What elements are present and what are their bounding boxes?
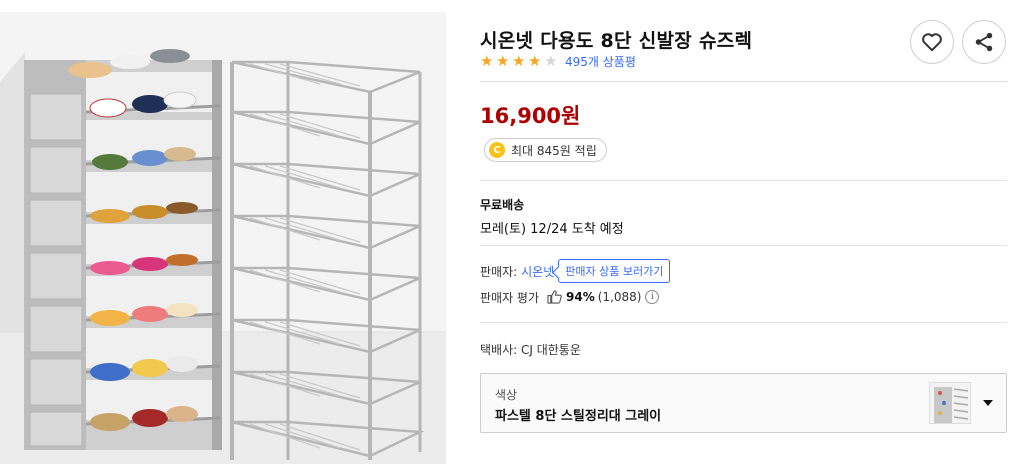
divider xyxy=(480,322,1007,323)
rating-stars: ★ ★ ★ ★ ★ xyxy=(480,53,560,69)
seller-row: 판매자: 시온넷 판매자 상품 보러가기 xyxy=(480,258,671,284)
product-title: 시온넷 다용도 8단 신발장 슈즈렉 xyxy=(480,30,753,52)
share-icon xyxy=(975,32,993,52)
seller-eval-percent: 94% xyxy=(566,290,595,304)
seller-eval-count: (1,088) xyxy=(597,290,642,304)
product-main-image[interactable] xyxy=(0,12,446,464)
courier-info: 택배사: CJ 대한통운 xyxy=(480,343,581,357)
shoe-rack-illustration xyxy=(0,12,446,464)
seller-name-link[interactable]: 시온넷 xyxy=(521,263,554,280)
coin-icon: C xyxy=(489,142,505,158)
covered-rack xyxy=(24,49,222,450)
star-icon: ★ xyxy=(496,52,510,70)
star-icon: ★ xyxy=(544,52,558,70)
info-icon[interactable]: i xyxy=(645,290,660,304)
seller-eval-label: 판매자 평가 xyxy=(480,290,540,305)
option-value: 파스텔 8단 스틸정리대 그레이 xyxy=(495,409,662,424)
caret-down-icon xyxy=(983,400,993,406)
star-icon: ★ xyxy=(480,52,494,70)
heart-icon xyxy=(922,33,942,52)
review-count-link[interactable]: 495개 상품평 xyxy=(565,53,636,70)
option-label: 색상 xyxy=(495,388,518,402)
wishlist-button[interactable] xyxy=(910,20,954,64)
product-rating[interactable]: ★ ★ ★ ★ ★ 495개 상품평 xyxy=(480,52,636,70)
reward-text: 최대 845원 적립 xyxy=(511,143,597,158)
share-button[interactable] xyxy=(962,20,1006,64)
star-icon: ★ xyxy=(512,52,526,70)
divider xyxy=(480,180,1007,181)
reward-badge: C 최대 845원 적립 xyxy=(484,138,607,162)
option-thumbnail xyxy=(929,382,971,424)
divider xyxy=(480,245,1007,246)
seller-products-button[interactable]: 판매자 상품 보러가기 xyxy=(558,259,671,283)
shipping-arrival: 모레(토) 12/24 도착 예정 xyxy=(480,222,624,237)
star-icon: ★ xyxy=(528,52,542,70)
seller-evaluation: 판매자 평가 94% (1,088) i xyxy=(480,287,660,307)
color-option-select[interactable]: 색상 파스텔 8단 스틸정리대 그레이 xyxy=(480,373,1007,433)
seller-label: 판매자: xyxy=(480,264,518,279)
shipping-title: 무료배송 xyxy=(480,198,525,212)
product-info-panel: 시온넷 다용도 8단 신발장 슈즈렉 ★ ★ ★ ★ ★ 495개 상품평 16,900… xyxy=(480,0,1007,464)
product-price: 16,900원 xyxy=(480,104,581,128)
divider xyxy=(480,81,1007,82)
thumbs-up-icon xyxy=(547,290,562,304)
